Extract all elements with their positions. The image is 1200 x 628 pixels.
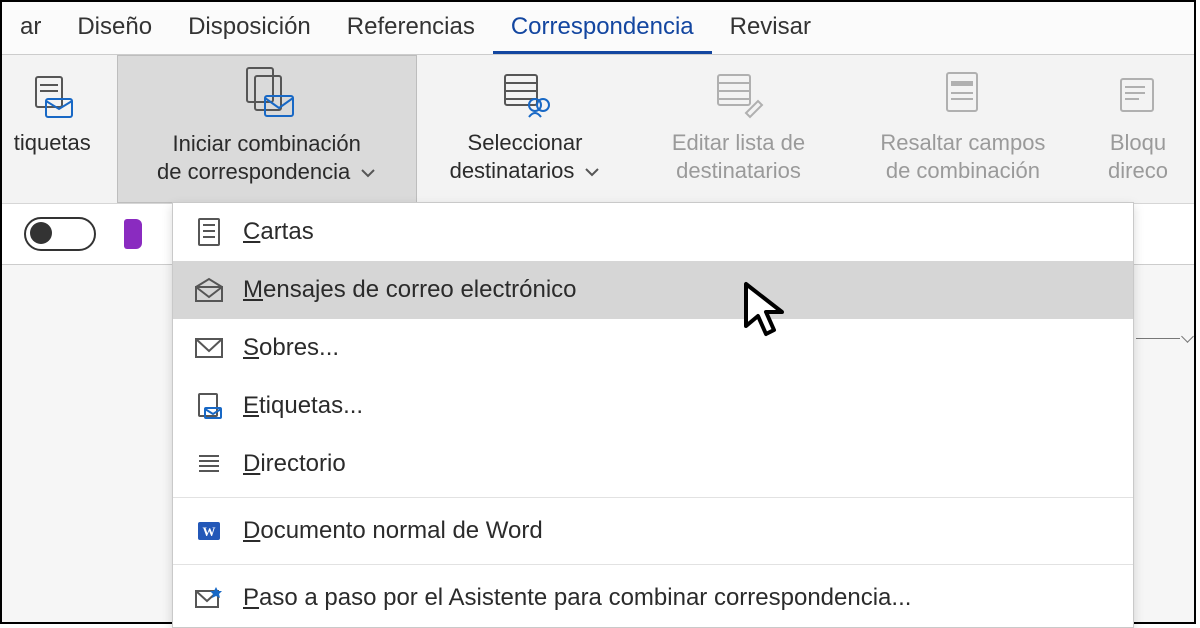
ribbon-edit-recip-line1: Editar lista de [672, 130, 805, 155]
autosave-toggle[interactable] [24, 217, 96, 251]
envelope-icon [191, 337, 227, 359]
select-recipients-icon [499, 67, 551, 126]
tab-referencias[interactable]: Referencias [329, 5, 493, 54]
ribbon-select-recip-line2: destinatarios [450, 158, 575, 183]
menu-email-messages[interactable]: Mensajes de correo electrónicoMensajes d… [173, 261, 1133, 319]
ribbon-highlight-line1: Resaltar campos [880, 130, 1045, 155]
wizard-icon [191, 585, 227, 611]
menu-wizard-label: Paso a paso por el Asistente para combin… [243, 584, 911, 612]
ruler-indent-marker[interactable] [1136, 332, 1192, 346]
menu-separator [173, 497, 1133, 498]
highlight-merge-fields-icon [937, 67, 989, 126]
tab-revisar[interactable]: Revisar [712, 5, 829, 54]
ribbon-start-merge-line1: Iniciar combinación [173, 131, 361, 156]
chevron-down-icon [584, 161, 600, 184]
ribbon-select-recip-line1: Seleccionar [468, 130, 583, 155]
svg-text:W: W [203, 524, 216, 539]
menu-normal-word-doc-label: Documento normal de WordDocumento normal… [243, 517, 543, 545]
menu-envelopes[interactable]: Sobres...Sobres... [173, 319, 1133, 377]
menu-email-label: Mensajes de correo electrónicoMensajes d… [243, 276, 577, 304]
menu-normal-word-doc[interactable]: W Documento normal de WordDocumento norm… [173, 502, 1133, 560]
labels-small-icon [191, 392, 227, 420]
ribbon-highlight-merge-fields: Resaltar campos de combinación [844, 55, 1082, 203]
chevron-down-icon [360, 162, 376, 185]
ribbon-edit-recip-line2: destinatarios [676, 158, 801, 183]
menu-directory[interactable]: DirectorioDirectorio [173, 435, 1133, 493]
address-block-icon [1115, 73, 1161, 126]
letters-icon [191, 217, 227, 247]
ribbon-labels-text: tiquetas [14, 129, 91, 157]
ribbon-edit-recipient-list: Editar lista de destinatarios [633, 55, 844, 203]
menu-separator [173, 564, 1133, 565]
menu-letters-label: CCartasartas [243, 218, 314, 246]
tab-correspondencia[interactable]: Correspondencia [493, 5, 712, 54]
ribbon-start-mail-merge[interactable]: Iniciar combinación de correspondencia [117, 55, 417, 203]
menu-envelopes-label: Sobres...Sobres... [243, 334, 339, 362]
tab-insertar-cut[interactable]: ar [2, 5, 59, 54]
ribbon-start-merge-line2: de correspondencia [157, 159, 350, 184]
purple-badge-icon [124, 219, 142, 249]
ribbon-labels[interactable]: tiquetas [2, 55, 117, 203]
menu-labels-label: Etiquetas...Etiquetas... [243, 392, 363, 420]
tab-diseno[interactable]: Diseño [59, 5, 170, 54]
ribbon-select-recipients[interactable]: Seleccionar destinatarios [417, 55, 633, 203]
word-doc-icon: W [191, 518, 227, 544]
edit-recipient-list-icon [712, 67, 764, 126]
menu-step-by-step-wizard[interactable]: Paso a paso por el Asistente para combin… [173, 569, 1133, 627]
menu-directory-label: DirectorioDirectorio [243, 450, 346, 478]
ribbon-block-line2: direco [1108, 158, 1168, 183]
menu-letters[interactable]: CCartasartas [173, 203, 1133, 261]
start-mail-merge-menu: CCartasartas Mensajes de correo electrón… [172, 202, 1134, 628]
ribbon-block-line1: Bloqu [1110, 130, 1166, 155]
start-mail-merge-icon [239, 64, 295, 127]
email-open-icon [191, 277, 227, 303]
tab-disposicion[interactable]: Disposición [170, 5, 329, 54]
directory-icon [191, 451, 227, 477]
ribbon-address-block: Bloqu direco [1082, 55, 1194, 203]
menu-labels[interactable]: Etiquetas...Etiquetas... [173, 377, 1133, 435]
ribbon-highlight-line2: de combinación [886, 158, 1040, 183]
labels-icon [28, 71, 76, 126]
